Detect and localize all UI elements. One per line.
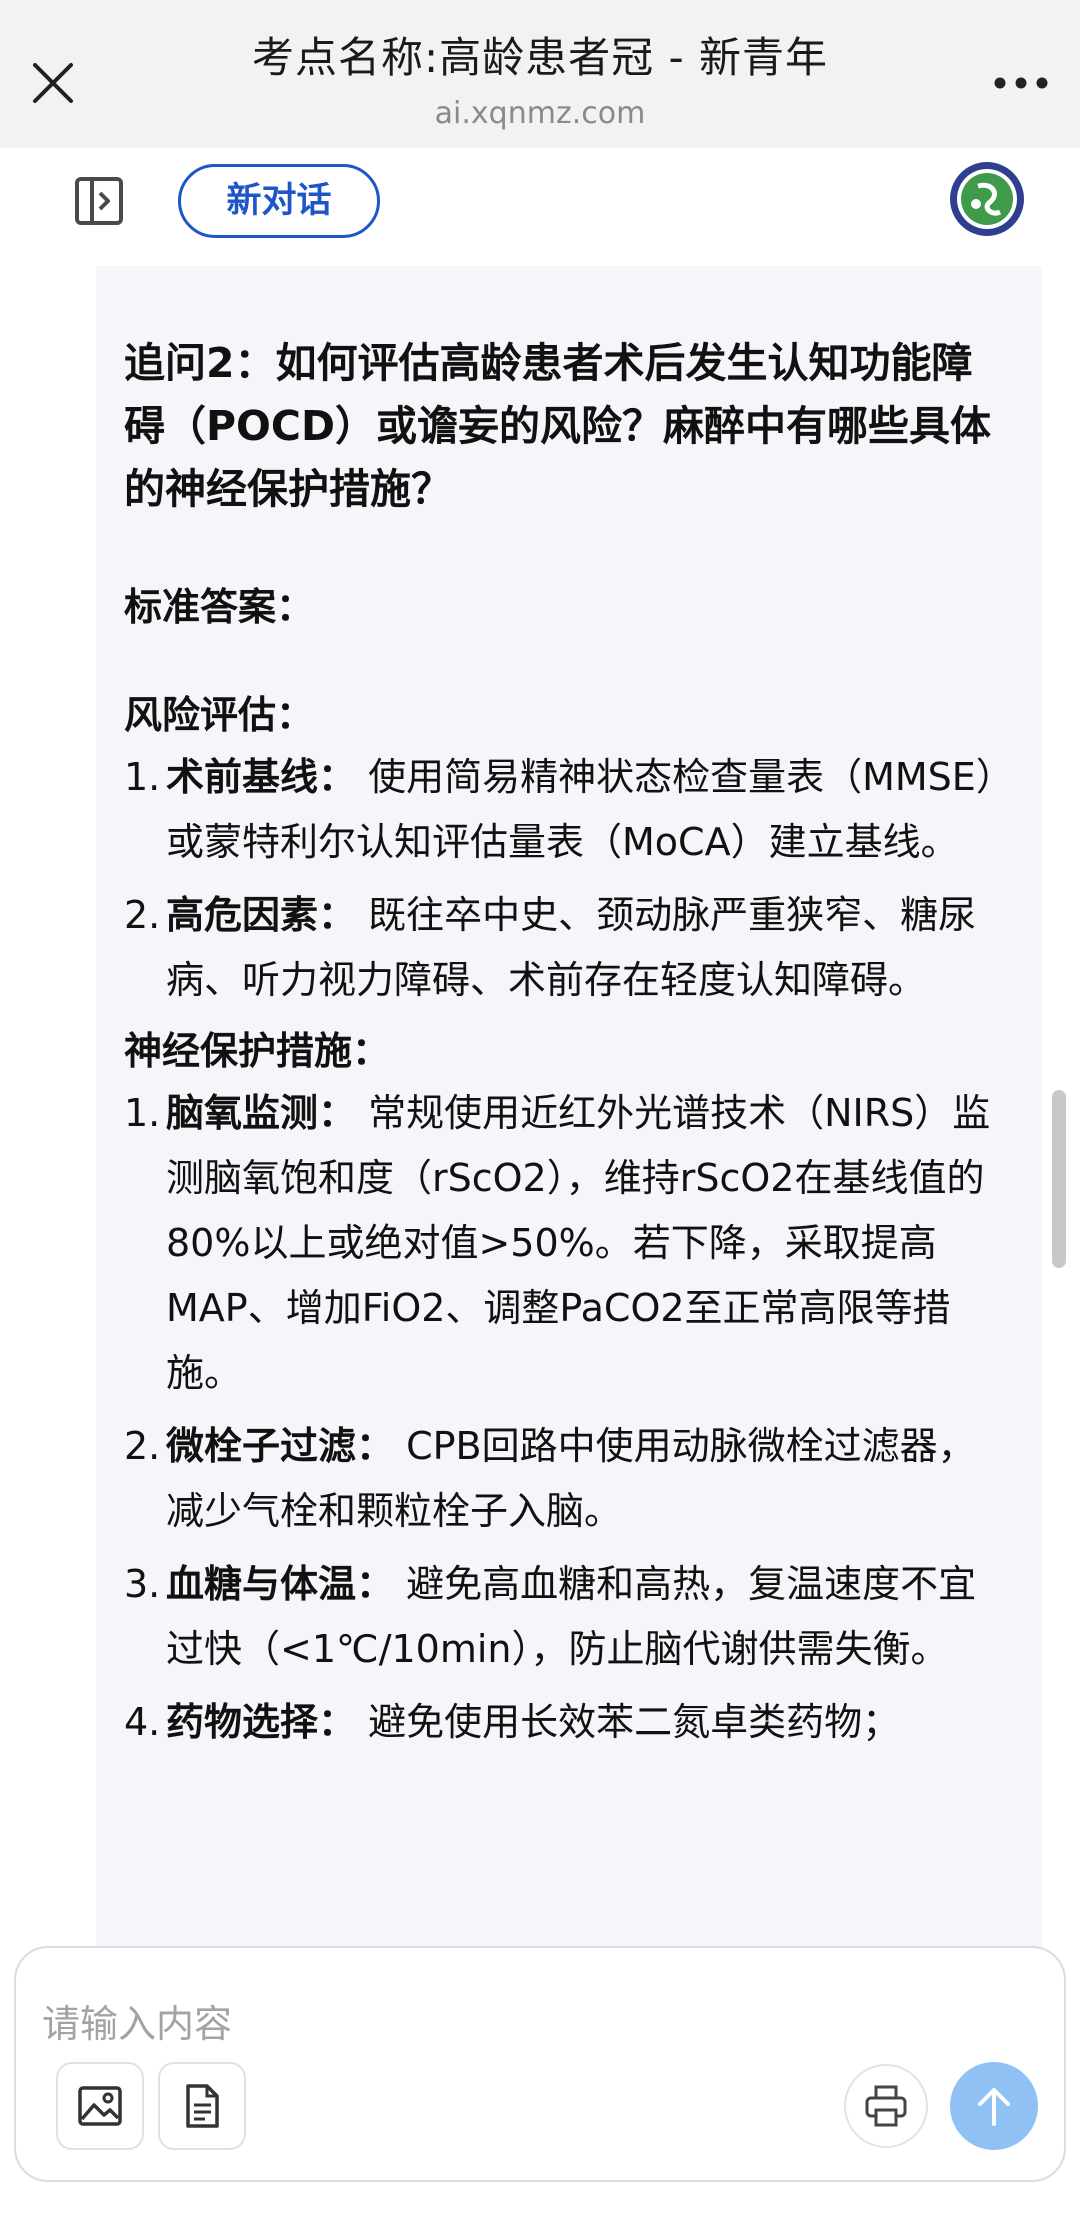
list-item: 1. 脑氧监测： 常规使用近红外光谱技术（NIRS）监测脑氧饱和度（rScO2）… xyxy=(124,1091,991,1395)
document-icon xyxy=(186,2084,219,2128)
follow-up-question: 追问2：如何评估高龄患者术后发生认知功能障碍（POCD）或谵妄的风险？麻醉中有哪… xyxy=(124,339,992,513)
sidebar-toggle-button[interactable] xyxy=(72,174,126,228)
printer-icon xyxy=(865,2085,907,2127)
list-item: 1. 术前基线： 使用简易精神状态检查量表（MMSE）或蒙特利尔认知评估量表（M… xyxy=(124,755,995,864)
sidebar-toggle-icon xyxy=(75,177,123,225)
print-button[interactable] xyxy=(844,2064,928,2148)
item-term: 微栓子过滤： xyxy=(166,1424,395,1468)
item-text: 避免使用长效苯二氮卓类药物； xyxy=(368,1700,901,1744)
image-icon xyxy=(78,2086,122,2126)
item-term: 药物选择： xyxy=(166,1700,357,1744)
send-button[interactable] xyxy=(950,2062,1038,2150)
page-url: ai.xqnmz.com xyxy=(434,96,646,131)
society-logo xyxy=(948,160,1026,238)
answer-card: 追问2：如何评估高龄患者术后发生认知功能障碍（POCD）或谵妄的风险？麻醉中有哪… xyxy=(96,266,1042,1956)
item-term: 术前基线： xyxy=(166,755,357,799)
scrollbar-thumb[interactable] xyxy=(1052,1090,1066,1268)
answer-label: 标准答案： xyxy=(124,585,315,629)
page-title: 考点名称:高龄患者冠 - 新青年 xyxy=(251,33,828,82)
item-term: 脑氧监测： xyxy=(166,1091,357,1135)
arrow-up-icon xyxy=(978,2088,1010,2126)
item-term: 高危因素： xyxy=(166,893,357,937)
more-menu-button[interactable] xyxy=(986,58,1056,108)
risk-section-heading: 风险评估： xyxy=(124,693,315,737)
upload-file-button[interactable] xyxy=(158,2062,246,2150)
list-item: 3. 血糖与体温： 避免高血糖和高热，复温速度不宜过快（<1℃/10min），防… xyxy=(124,1562,977,1671)
upload-image-button[interactable] xyxy=(56,2062,144,2150)
new-chat-button[interactable]: 新对话 xyxy=(178,164,380,238)
item-text: 常规使用近红外光谱技术（NIRS）监测脑氧饱和度（rScO2），维持rScO2在… xyxy=(166,1091,991,1395)
browser-topbar: 考点名称:高龄患者冠 - 新青年 ai.xqnmz.com xyxy=(0,0,1080,148)
protect-section-heading: 神经保护措施： xyxy=(124,1029,391,1073)
list-item: 2. 高危因素： 既往卒中史、颈动脉严重狭窄、糖尿病、听力视力障碍、术前存在轻度… xyxy=(124,893,977,1002)
input-placeholder: 请输入内容 xyxy=(42,2002,233,2046)
list-item: 2. 微栓子过滤： CPB回路中使用动脉微栓过滤器，减少气栓和颗粒栓子入脑。 xyxy=(124,1424,976,1533)
list-item: 4. 药物选择： 避免使用长效苯二氮卓类药物； xyxy=(124,1700,901,1744)
more-icon xyxy=(994,77,1048,89)
item-term: 血糖与体温： xyxy=(166,1562,395,1606)
